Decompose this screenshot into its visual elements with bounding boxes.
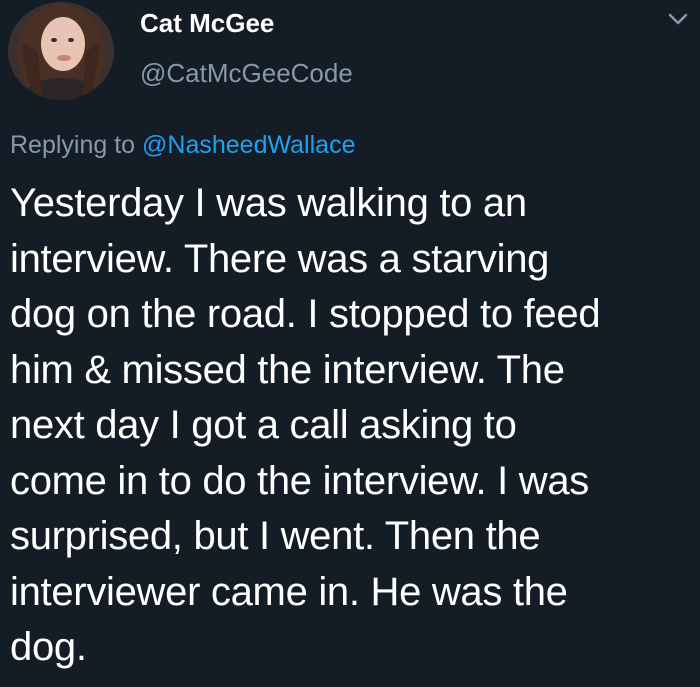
reply-mention-link[interactable]: @NasheedWallace [142, 131, 355, 159]
avatar[interactable] [8, 2, 114, 100]
tweet-text: Yesterday I was walking to an interview.… [10, 181, 601, 669]
replying-to-label: Replying to [10, 131, 143, 159]
chevron-down-icon[interactable] [665, 8, 691, 30]
display-name[interactable]: Cat McGee [140, 8, 274, 39]
tweet-card: Cat McGee @CatMcGeeCode Replying to @Nas… [0, 0, 700, 687]
replying-to: Replying to @NasheedWallace [10, 131, 355, 160]
user-handle[interactable]: @CatMcGeeCode [140, 58, 353, 89]
